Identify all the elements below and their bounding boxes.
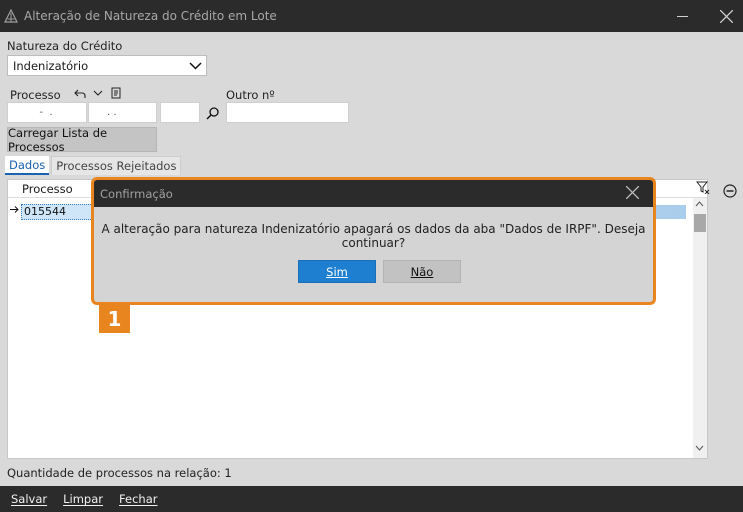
search-icon[interactable]: [206, 106, 220, 123]
save-button[interactable]: Salvar: [11, 492, 47, 506]
processo-label: Processo: [10, 88, 61, 102]
grid-side-tools: [695, 180, 740, 204]
app-logo-icon: [4, 9, 18, 23]
filter-icon[interactable]: [695, 180, 710, 197]
minimize-icon: [676, 15, 688, 17]
processo-field-1-value: - .: [33, 107, 53, 118]
document-icon[interactable]: [110, 87, 122, 99]
load-processes-button[interactable]: Carregar Lista de Processos: [7, 126, 157, 154]
close-icon: [625, 185, 640, 200]
tab-dados[interactable]: Dados: [5, 156, 50, 175]
dialog-title: Confirmação: [100, 186, 173, 201]
tab-bar: Dados Processos Rejeitados: [5, 156, 182, 175]
scrollbar-thumb[interactable]: [694, 214, 706, 232]
process-count-status: Quantidade de processos na relação: 1: [7, 466, 232, 480]
processo-field-3[interactable]: [160, 102, 200, 123]
footer-bar: Salvar Limpar Fechar: [0, 486, 743, 512]
remove-icon[interactable]: [723, 184, 737, 201]
dialog-titlebar: Confirmação: [94, 180, 653, 207]
window-title: Alteração de Natureza do Crédito em Lote: [24, 9, 277, 23]
natureza-label: Natureza do Crédito: [7, 39, 123, 53]
confirmation-dialog: Confirmação A alteração para natureza In…: [91, 177, 656, 305]
no-button-label: Não: [410, 264, 434, 279]
dialog-message: A alteração para natureza Indenizatório …: [101, 222, 646, 250]
tab-processos-rejeitados[interactable]: Processos Rejeitados: [51, 156, 182, 175]
processo-tools: [74, 87, 122, 99]
natureza-select[interactable]: Indenizatório: [7, 55, 207, 76]
outro-label: Outro nº: [226, 88, 275, 102]
close-icon: [719, 9, 733, 23]
natureza-value: Indenizatório: [13, 58, 89, 73]
close-button[interactable]: Fechar: [119, 492, 157, 506]
clear-button[interactable]: Limpar: [63, 492, 103, 506]
yes-button[interactable]: Sim: [298, 260, 376, 283]
vertical-scrollbar[interactable]: [693, 198, 707, 458]
close-window-button[interactable]: [704, 0, 743, 32]
row-pointer-icon: [10, 205, 19, 217]
no-button[interactable]: Não: [383, 260, 461, 283]
step-badge: 1: [99, 305, 130, 333]
processo-field-2-value: . .: [107, 107, 117, 118]
chevron-down-icon: [189, 62, 202, 70]
undo-icon[interactable]: [74, 87, 86, 99]
processo-field-2[interactable]: . .: [88, 102, 157, 123]
minimize-button[interactable]: [660, 0, 704, 32]
outro-field[interactable]: [226, 102, 349, 123]
chevron-down-icon[interactable]: [695, 444, 704, 454]
column-header-processo[interactable]: Processo: [22, 182, 73, 196]
dialog-close-button[interactable]: [625, 185, 640, 202]
window-titlebar: Alteração de Natureza do Crédito em Lote: [0, 0, 743, 32]
yes-button-label: Sim: [326, 264, 348, 279]
processo-field-1[interactable]: - .: [7, 102, 87, 123]
chevron-down-icon[interactable]: [92, 87, 104, 99]
